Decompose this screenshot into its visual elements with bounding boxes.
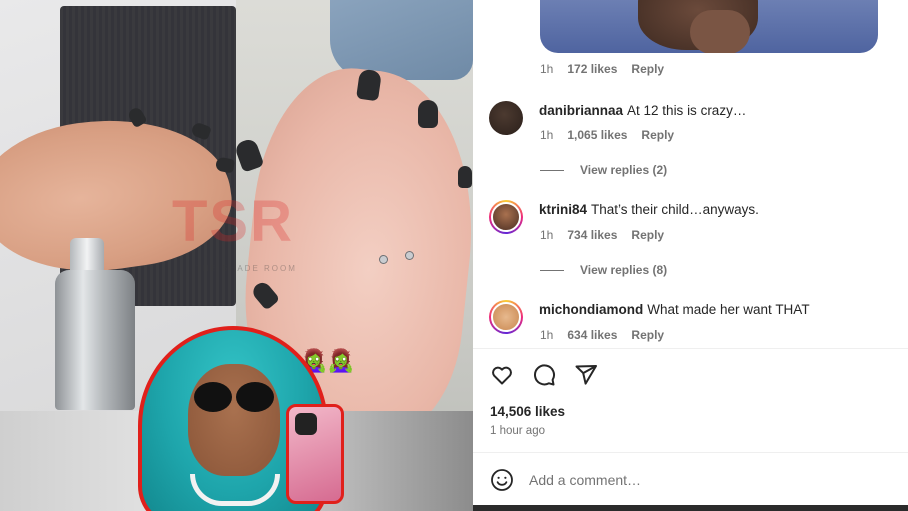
divider <box>473 452 908 453</box>
view-replies-label: View replies (8) <box>580 263 668 277</box>
comment-meta: 1h 172 likes Reply <box>540 62 664 76</box>
pink-phone <box>286 404 344 504</box>
avatar <box>491 202 521 232</box>
person-hand <box>690 10 750 53</box>
dermal-piercing <box>406 252 413 259</box>
comment-username[interactable]: michondiamond <box>539 302 643 317</box>
avatar <box>491 302 521 332</box>
comment-username[interactable]: ktrini84 <box>539 202 587 217</box>
dermal-piercing <box>380 256 387 263</box>
nail <box>418 100 438 128</box>
comment-text: That’s their child…anyways. <box>591 202 759 217</box>
post-actions <box>489 362 599 388</box>
replies-divider-line <box>540 269 564 271</box>
comment-meta: 1h 634 likes Reply <box>540 328 664 342</box>
nail <box>458 166 472 188</box>
watermark-logo: TSR <box>172 189 294 254</box>
view-replies-button[interactable]: View replies (2) <box>540 163 667 177</box>
avatar[interactable] <box>489 101 523 135</box>
reply-button[interactable]: Reply <box>631 62 664 76</box>
post-media[interactable]: TSR THE SHADE ROOM 🧟‍♀️🧟‍♀️ <box>0 0 473 511</box>
reply-button[interactable]: Reply <box>631 228 664 242</box>
watermark-subtext: THE SHADE ROOM <box>196 264 297 273</box>
send-icon[interactable] <box>573 362 599 388</box>
sunglasses <box>194 382 274 412</box>
face <box>188 364 280 476</box>
reply-button[interactable]: Reply <box>641 128 674 142</box>
smiley-icon[interactable] <box>489 467 515 493</box>
nail <box>356 68 382 102</box>
comment-body: danibriannaa At 12 this is crazy… <box>539 102 746 120</box>
bottom-edge-strip <box>473 505 908 511</box>
phone-camera <box>295 413 317 435</box>
comment-input[interactable] <box>529 472 869 488</box>
post-timestamp[interactable]: 1 hour ago <box>490 425 545 437</box>
comment-username[interactable]: danibriannaa <box>539 103 623 118</box>
comment-icon[interactable] <box>531 362 557 388</box>
replies-divider-line <box>540 169 564 171</box>
comment-time: 1h <box>540 128 554 142</box>
avatar-story-ring[interactable] <box>489 300 523 334</box>
comment-body: michondiamond What made her want THAT <box>539 301 810 319</box>
comment-likes[interactable]: 1,065 likes <box>567 128 627 142</box>
comment-meta: 1h 1,065 likes Reply <box>540 128 674 142</box>
spray-bottle <box>55 270 135 410</box>
comments-panel: 1h 172 likes Reply danibriannaa At 12 thi… <box>473 0 908 511</box>
post-likes-count[interactable]: 14,506 likes <box>490 404 565 419</box>
comment-text: At 12 this is crazy… <box>627 103 747 118</box>
comment-time: 1h <box>540 228 554 242</box>
avatar-story-ring[interactable] <box>489 200 523 234</box>
view-replies-button[interactable]: View replies (8) <box>540 263 667 277</box>
comment-image-attachment[interactable] <box>540 0 878 53</box>
add-comment-bar <box>489 465 892 495</box>
comment-time: 1h <box>540 62 554 76</box>
comment-meta: 1h 734 likes Reply <box>540 228 664 242</box>
comment-likes[interactable]: 634 likes <box>567 328 617 342</box>
reply-button[interactable]: Reply <box>631 328 664 342</box>
comment-body: ktrini84 That’s their child…anyways. <box>539 201 759 219</box>
comment-text: What made her want THAT <box>647 302 810 317</box>
view-replies-label: View replies (2) <box>580 163 668 177</box>
comment-likes[interactable]: 172 likes <box>567 62 617 76</box>
heart-icon[interactable] <box>489 362 515 388</box>
divider <box>473 348 908 349</box>
girl-cutout <box>126 326 388 511</box>
comment-likes[interactable]: 734 likes <box>567 228 617 242</box>
comment-time: 1h <box>540 328 554 342</box>
